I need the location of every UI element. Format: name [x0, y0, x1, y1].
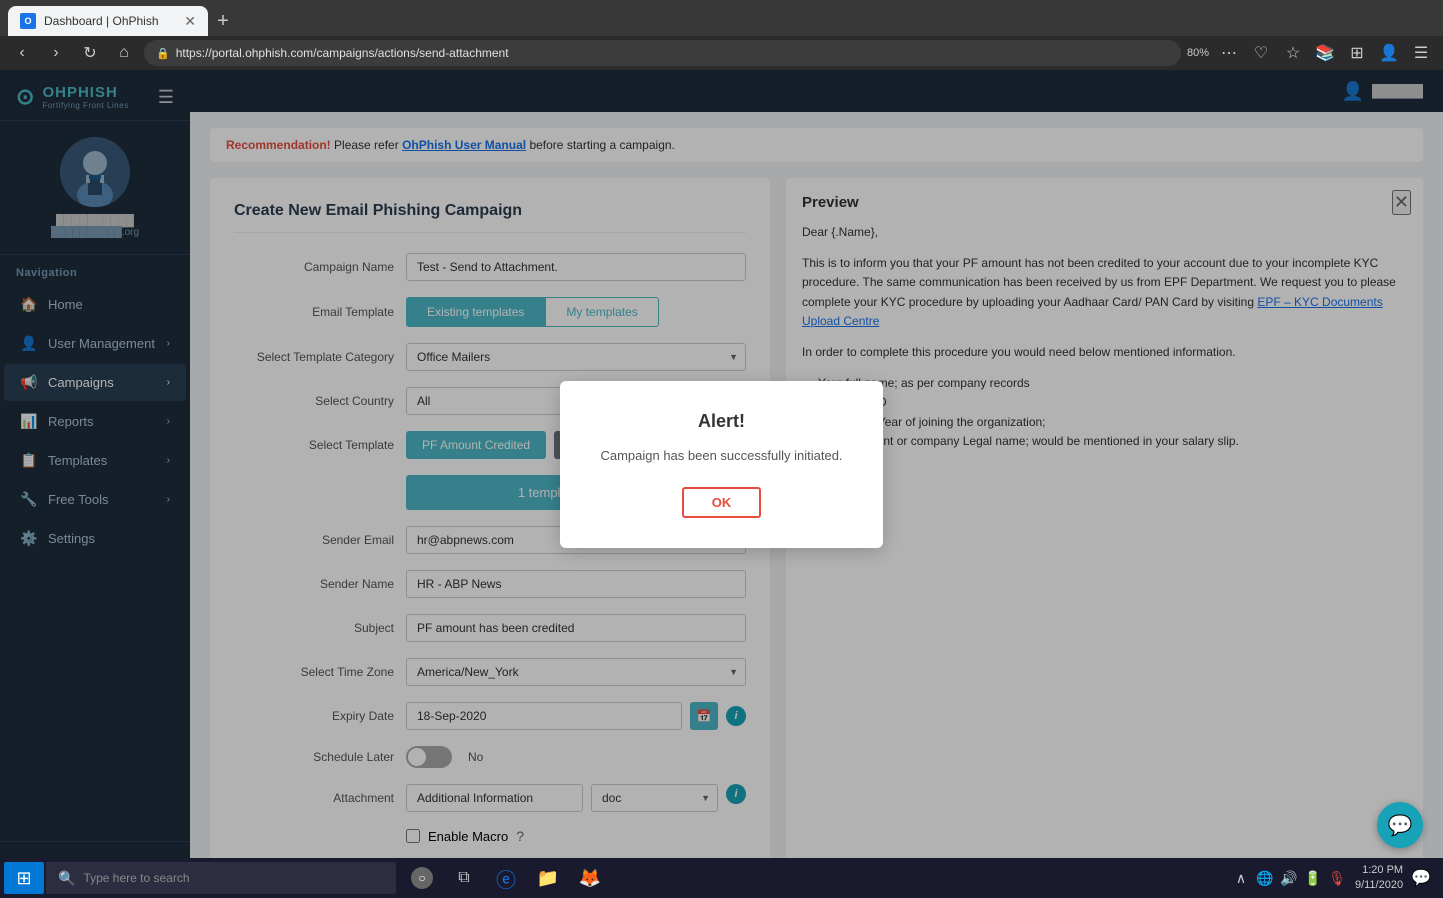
tab-close-button[interactable]: ✕	[184, 13, 196, 30]
tab-sync-icon[interactable]: ⊞	[1343, 39, 1371, 67]
cortana-icon: ○	[411, 867, 433, 889]
network-icon[interactable]: 🌐	[1255, 870, 1275, 887]
refresh-button[interactable]: ↻	[76, 39, 104, 67]
url-input[interactable]	[176, 46, 1169, 60]
tray-icons: ∧ 🌐 🔊 🔋 🎙	[1231, 870, 1347, 887]
taskbar-tray: ∧ 🌐 🔊 🔋 🎙 1:20 PM 9/11/2020 💬	[1223, 863, 1439, 894]
search-placeholder-text: Type here to search	[83, 871, 189, 885]
menu-icon[interactable]: ☰	[1407, 39, 1435, 67]
forward-button[interactable]: ›	[42, 39, 70, 67]
browser-toolbar: ‹ › ↻ ⌂ 🔒 80% ⋯ ♡ ☆ 📚 ⊞ 👤 ☰	[0, 36, 1443, 70]
zoom-level: 80%	[1187, 47, 1209, 59]
modal-message: Campaign has been successfully initiated…	[600, 448, 842, 463]
reading-list-icon[interactable]: 📚	[1311, 39, 1339, 67]
taskbar: ⊞ 🔍 Type here to search ○ ⧉ ⓔ 📁 🦊 ∧ 🌐 🔊 …	[0, 858, 1443, 898]
modal-title: Alert!	[600, 411, 842, 432]
taskbar-firefox[interactable]: 🦊	[570, 858, 610, 898]
notification-icon[interactable]: 💬	[1411, 868, 1431, 888]
firefox-icon: 🦊	[579, 868, 601, 889]
taskbar-ie[interactable]: ⓔ	[486, 858, 526, 898]
ie-icon: ⓔ	[496, 864, 516, 893]
task-view-icon: ⧉	[458, 869, 469, 887]
bookmark-icon[interactable]: ♡	[1247, 39, 1275, 67]
modal-ok-button[interactable]: OK	[682, 487, 762, 518]
alert-modal: Alert! Campaign has been successfully in…	[560, 381, 882, 548]
clock-time: 1:20 PM	[1355, 863, 1403, 878]
taskbar-search[interactable]: 🔍 Type here to search	[46, 862, 396, 894]
active-tab[interactable]: O Dashboard | OhPhish ✕	[8, 6, 208, 36]
home-button[interactable]: ⌂	[110, 39, 138, 67]
taskbar-clock[interactable]: 1:20 PM 9/11/2020	[1355, 863, 1403, 894]
volume-icon[interactable]: 🔊	[1279, 870, 1299, 887]
address-bar[interactable]: 🔒	[144, 40, 1181, 66]
windows-icon: ⊞	[16, 868, 31, 889]
star-icon[interactable]: ☆	[1279, 39, 1307, 67]
favicon: O	[20, 13, 36, 29]
clock-date: 9/11/2020	[1355, 878, 1403, 893]
chat-button[interactable]: 💬	[1377, 802, 1423, 848]
microphone-icon[interactable]: 🎙	[1327, 870, 1347, 887]
more-options-icon[interactable]: ⋯	[1215, 39, 1243, 67]
browser-tabs: O Dashboard | OhPhish ✕ +	[0, 0, 1443, 36]
browser-chrome: O Dashboard | OhPhish ✕ + ‹ › ↻ ⌂ 🔒 80% …	[0, 0, 1443, 70]
battery-icon[interactable]: 🔋	[1303, 870, 1323, 887]
taskbar-cortana[interactable]: ○	[402, 858, 442, 898]
tab-title: Dashboard | OhPhish	[44, 14, 159, 28]
tray-up-arrow[interactable]: ∧	[1231, 870, 1251, 887]
toolbar-icons: ⋯ ♡ ☆ 📚 ⊞ 👤 ☰	[1215, 39, 1435, 67]
explorer-icon: 📁	[537, 868, 559, 889]
taskbar-task-view[interactable]: ⧉	[444, 858, 484, 898]
start-button[interactable]: ⊞	[4, 862, 44, 894]
back-button[interactable]: ‹	[8, 39, 36, 67]
new-tab-button[interactable]: +	[208, 6, 238, 36]
taskbar-apps: ○ ⧉ ⓔ 📁 🦊	[402, 858, 610, 898]
modal-overlay: Alert! Campaign has been successfully in…	[0, 70, 1443, 858]
shield-icon: 🔒	[156, 47, 170, 60]
search-icon: 🔍	[58, 870, 75, 887]
taskbar-explorer[interactable]: 📁	[528, 858, 568, 898]
profile-icon[interactable]: 👤	[1375, 39, 1403, 67]
